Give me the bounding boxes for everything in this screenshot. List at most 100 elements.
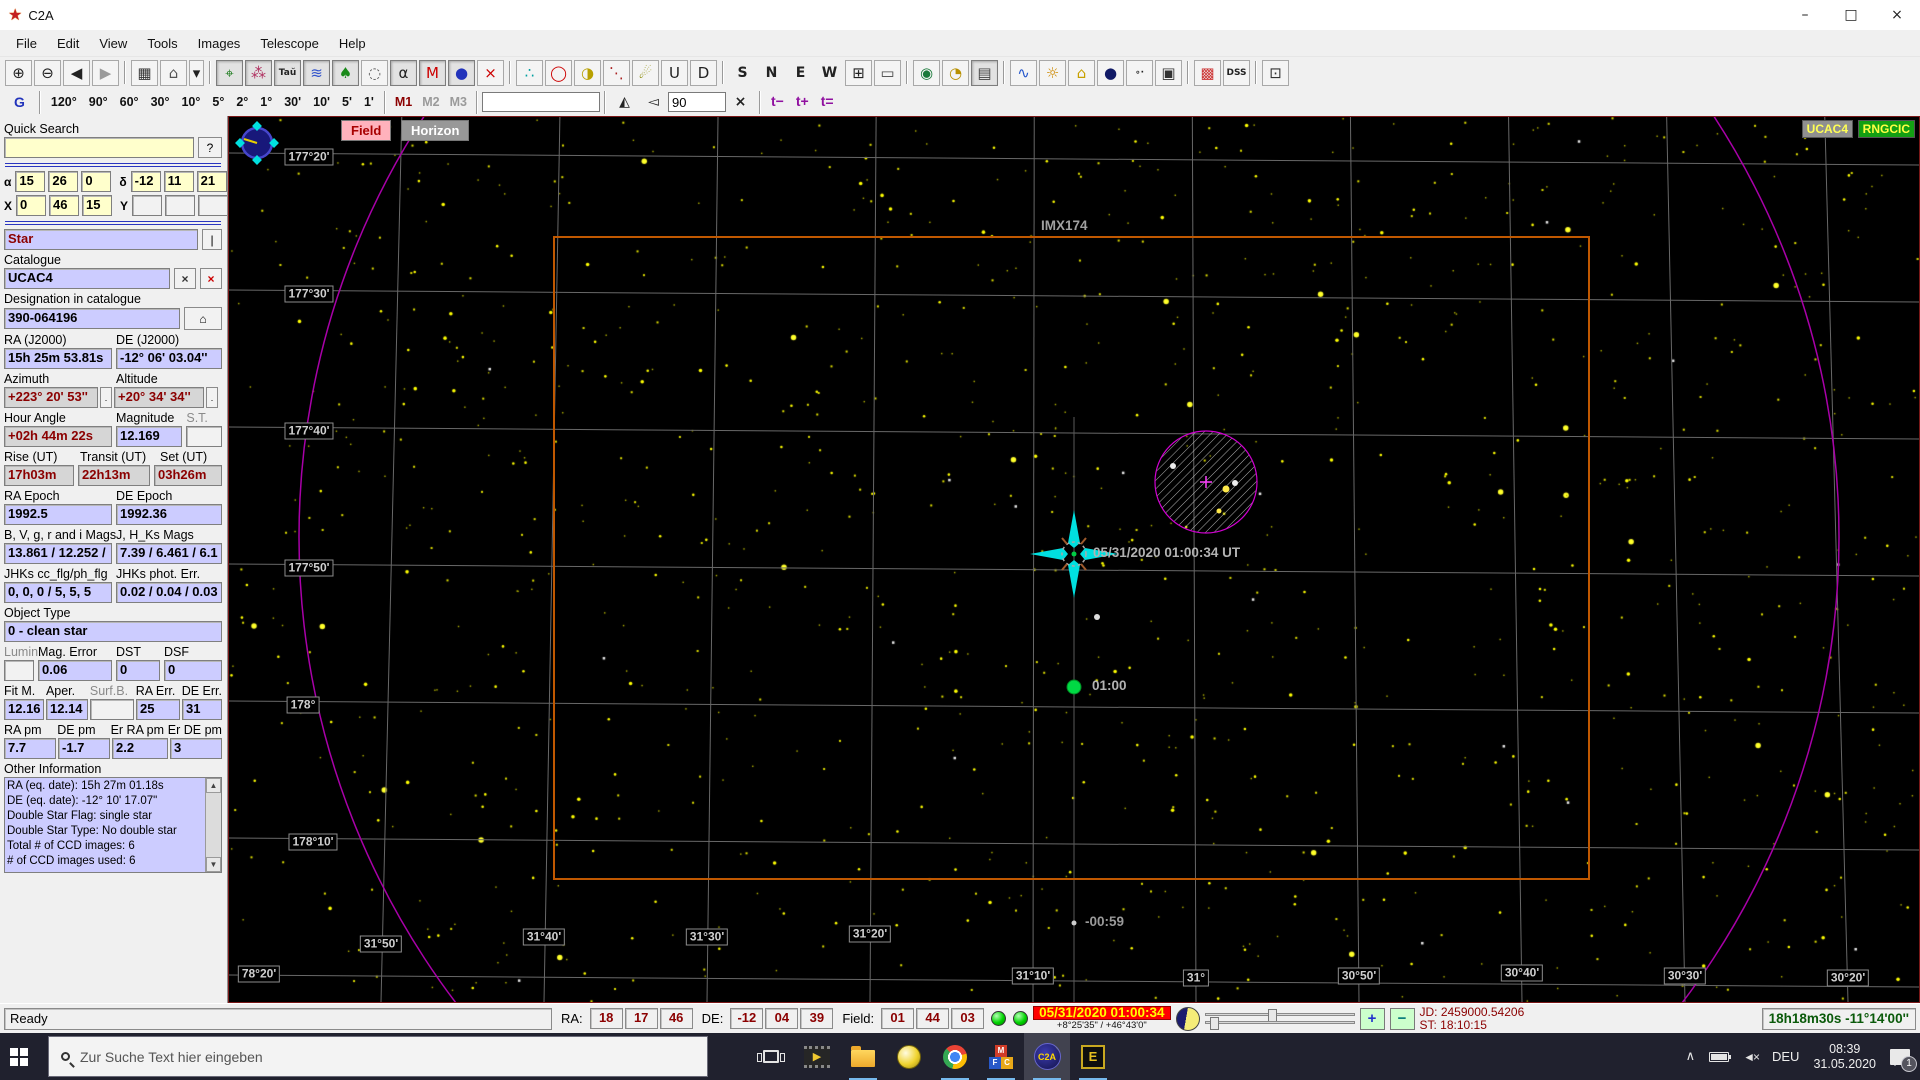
delta-boxes-1[interactable]: 11 (163, 171, 194, 192)
volume-muted-icon[interactable]: ◄× (1743, 1050, 1760, 1064)
close-view-icon[interactable]: × (477, 59, 504, 86)
minimize-button[interactable]: – (1782, 0, 1828, 30)
ephemeris-curve-icon[interactable]: ∿ (1010, 59, 1037, 86)
y-boxes-2[interactable] (198, 195, 227, 216)
y-boxes-0[interactable] (132, 195, 163, 216)
constellation-names-icon[interactable]: Taŭ (274, 59, 301, 86)
marker-m3-button[interactable]: M3 (445, 95, 472, 109)
nebulae-icon[interactable]: ◯ (545, 59, 572, 86)
observatory-dome-icon[interactable]: ⌂ (1068, 59, 1095, 86)
zoom-out-icon[interactable]: ⊖ (34, 59, 61, 86)
pin-button[interactable]: | (202, 229, 222, 250)
dome-dropdown-icon[interactable]: ▾ (189, 59, 204, 86)
alpha-boxes-2[interactable]: 0 (81, 171, 112, 192)
orient-north-icon[interactable]: N (758, 60, 785, 86)
delta-boxes-0[interactable]: -12 (130, 171, 161, 192)
planet-uranus-icon[interactable]: U (661, 59, 688, 86)
horizon-landscape-icon[interactable]: ♠ (332, 59, 359, 86)
time-now-button[interactable]: t= (815, 93, 840, 109)
dome-view-icon[interactable]: ⌂ (160, 59, 187, 86)
taskbar-search[interactable]: Zur Suche Text hier eingeben (48, 1036, 708, 1077)
goto-telescope-button[interactable]: ⌂ (184, 307, 222, 330)
y-boxes-1[interactable] (165, 195, 196, 216)
dss-image-icon[interactable]: DSS (1223, 59, 1250, 86)
azimuth-more-button[interactable]: . (100, 387, 112, 408)
tab-field[interactable]: Field (341, 120, 392, 141)
menu-images[interactable]: Images (188, 33, 251, 54)
planet-labels-icon[interactable]: D (690, 59, 717, 86)
scroll-down-icon[interactable]: ▼ (206, 857, 221, 872)
slider-thumb-2[interactable] (1209, 1017, 1219, 1030)
orient-east-icon[interactable]: E (787, 60, 814, 86)
satellites-icon[interactable]: ∘· (1126, 59, 1153, 86)
fov-30min[interactable]: 30' (278, 90, 307, 114)
notification-icon[interactable]: 1 (1890, 1048, 1917, 1072)
grid-toggle-icon[interactable]: ▦ (131, 59, 158, 86)
distance-measure-icon[interactable]: ▭ (874, 59, 901, 86)
rotation-input[interactable] (668, 92, 727, 112)
menu-file[interactable]: File (6, 33, 47, 54)
menu-view[interactable]: View (89, 33, 137, 54)
planet-view-icon[interactable]: ● (1097, 59, 1124, 86)
altitude-more-button[interactable]: . (206, 387, 218, 408)
constellation-lines-icon[interactable]: ⁂ (245, 59, 272, 86)
taskbar-app-c2a[interactable]: C2A (1024, 1033, 1070, 1080)
marker-m1-button[interactable]: M1 (390, 95, 417, 109)
language-indicator[interactable]: DEU (1772, 1049, 1799, 1064)
milky-way-icon[interactable]: ≋ (303, 59, 330, 86)
delta-boxes-2[interactable]: 21 (196, 171, 227, 192)
tray-expand-icon[interactable]: ∧ (1686, 1049, 1696, 1064)
sky-chart[interactable]: 177°20' 177°30' 177°40' 177°50' 178° 178°10' 7… (228, 116, 1920, 1003)
time-sliders[interactable] (1204, 1009, 1355, 1030)
time-plus-button[interactable]: + (1359, 1007, 1385, 1030)
start-button[interactable] (0, 1033, 48, 1080)
taskbar-app-e-app[interactable]: E (1070, 1033, 1116, 1080)
alpha-boxes-1[interactable]: 26 (48, 171, 79, 192)
fov-1min[interactable]: 1' (358, 90, 380, 114)
catalogue-clear-button[interactable]: × (174, 268, 196, 289)
x-boxes-2[interactable]: 15 (82, 195, 113, 216)
taskbar-app-chrome[interactable] (932, 1033, 978, 1080)
info-panel-icon[interactable]: ▤ (971, 59, 998, 86)
object-search-input[interactable] (482, 92, 601, 112)
sun-display-icon[interactable]: ☼ (1039, 59, 1066, 86)
moon-display-icon[interactable]: ◑ (574, 59, 601, 86)
scroll-up-icon[interactable]: ▲ (206, 778, 221, 793)
task-view-button[interactable] (748, 1033, 794, 1080)
catalogue-delete-button[interactable]: × (200, 268, 222, 289)
messier-objects-icon[interactable]: M (419, 59, 446, 86)
object-names-icon[interactable]: α (390, 59, 417, 86)
history-forward-icon[interactable]: ▶ (92, 59, 119, 86)
field-frame-icon[interactable]: ▩ (1194, 59, 1221, 86)
fov-circle-icon[interactable]: ◌ (361, 59, 388, 86)
time-minus-button[interactable]: − (1389, 1007, 1415, 1030)
menu-edit[interactable]: Edit (47, 33, 89, 54)
help-button[interactable]: ? (198, 137, 222, 158)
zoom-in-icon[interactable]: ⊕ (5, 59, 32, 86)
orient-south-icon[interactable]: S (729, 60, 756, 86)
taskbar-app-file-explorer[interactable] (840, 1033, 886, 1080)
other-info-scrollbar[interactable]: ▲ ▼ (205, 778, 221, 872)
orient-west-icon[interactable]: W (816, 60, 843, 86)
fov-2deg[interactable]: 2° (230, 90, 254, 114)
print-chart-icon[interactable]: ⊡ (1262, 59, 1289, 86)
x-boxes-0[interactable]: 0 (16, 195, 47, 216)
menu-help[interactable]: Help (329, 33, 376, 54)
star-clusters-icon[interactable]: ∴ (516, 59, 543, 86)
taskbar-app-mfc-app[interactable]: MFC (978, 1033, 1024, 1080)
comets-icon[interactable]: ☄ (632, 59, 659, 86)
earth-map-icon[interactable]: ◉ (913, 59, 940, 86)
center-field-icon[interactable]: ⊞ (845, 59, 872, 86)
time-clock-icon[interactable]: ◔ (942, 59, 969, 86)
compass-rose-icon[interactable] (235, 121, 279, 165)
time-minus-button[interactable]: t− (765, 93, 790, 109)
battery-icon[interactable] (1709, 1051, 1732, 1062)
fov-1deg[interactable]: 1° (254, 90, 278, 114)
fov-5min[interactable]: 5' (336, 90, 358, 114)
fov-10deg[interactable]: 10° (175, 90, 206, 114)
camera-control-icon[interactable]: ▣ (1155, 59, 1182, 86)
close-button[interactable]: × (1874, 0, 1920, 30)
fov-60deg[interactable]: 60° (114, 90, 145, 114)
quick-search-input[interactable] (4, 137, 194, 158)
clear-rotation-button[interactable]: × (727, 89, 754, 115)
